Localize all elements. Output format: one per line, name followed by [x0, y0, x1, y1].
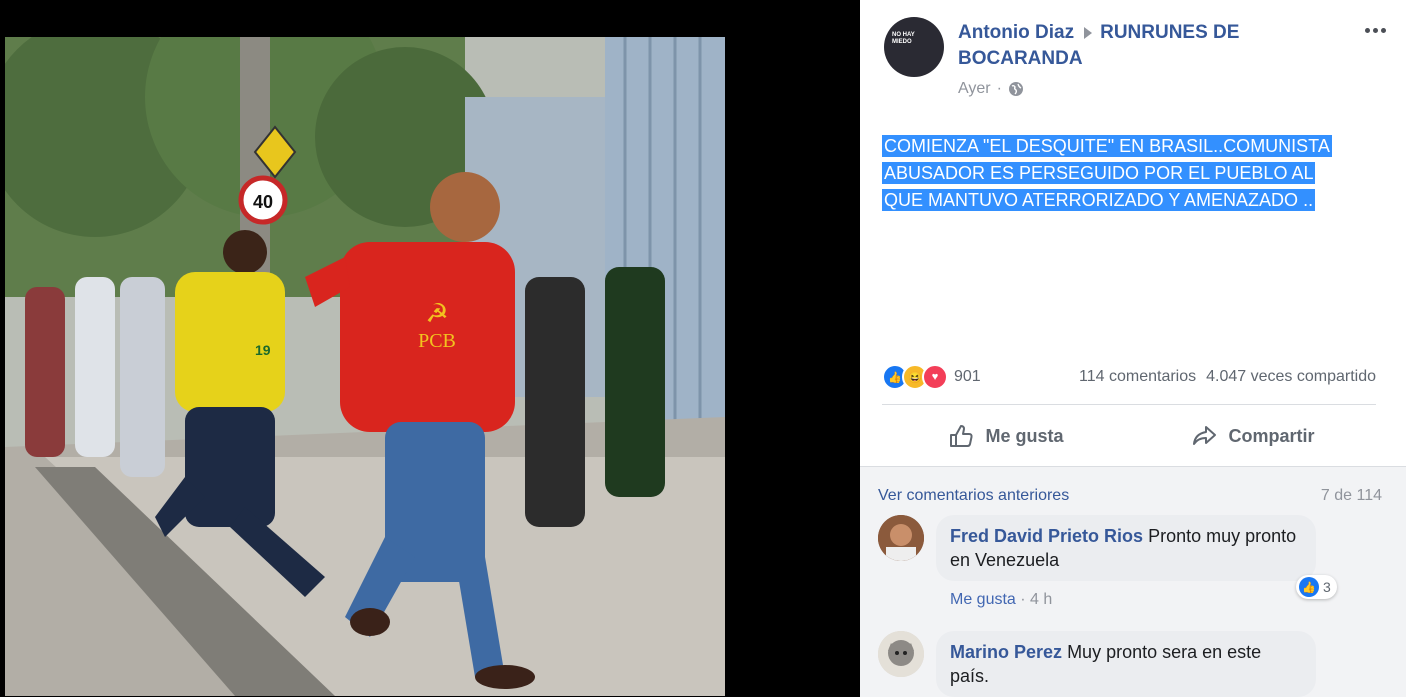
comment-bubble: Fred David Prieto Rios Pronto muy pronto… — [936, 515, 1316, 581]
author-avatar[interactable]: NO HAY MIEDO — [884, 17, 944, 77]
reaction-count[interactable]: 901 — [954, 368, 981, 386]
comment-count[interactable]: 114 comentarios — [1079, 368, 1196, 386]
post-time[interactable]: Ayer — [958, 80, 991, 98]
share-label: Compartir — [1228, 425, 1315, 446]
love-reaction-icon: ♥ — [922, 364, 948, 390]
author-name[interactable]: Antonio Diaz — [958, 22, 1074, 43]
post-header: Antonio Diaz RUNRUNES DE BOCARANDA — [958, 20, 1298, 72]
post-text: COMIENZA "EL DESQUITE" EN BRASIL..COMUNI… — [882, 133, 1342, 214]
comment-reaction-count: 3 — [1323, 579, 1331, 595]
comment-author[interactable]: Marino Perez — [950, 642, 1062, 662]
divider — [882, 404, 1376, 405]
comment-bubble: Marino Perez Muy pronto sera en este paí… — [936, 631, 1316, 697]
previous-comments-link[interactable]: Ver comentarios anteriores — [878, 487, 1069, 505]
jersey-number: 19 — [255, 342, 271, 358]
comment-reactions[interactable]: 👍 3 — [1296, 575, 1337, 599]
reaction-icons[interactable]: 👍 😆 ♥ — [882, 364, 948, 390]
shirt-text: PCB — [418, 330, 456, 352]
photo-stage: 40 19 PCB ☭ — [0, 0, 860, 696]
like-button[interactable]: Me gusta — [882, 410, 1129, 462]
avatar-text: NO HAY MIEDO — [892, 32, 915, 45]
like-reaction-icon: 👍 — [1299, 577, 1319, 597]
post-sidebar: NO HAY MIEDO Antonio Diaz RUNRUNES DE BOC… — [860, 0, 1406, 697]
comments-section: Ver comentarios anteriores 7 de 114 Fred… — [860, 466, 1406, 697]
arrow-right-icon — [1084, 26, 1093, 39]
svg-text:☭: ☭ — [425, 299, 448, 329]
comment-like-link[interactable]: Me gusta — [950, 591, 1016, 608]
share-button[interactable]: Compartir — [1129, 410, 1376, 462]
action-bar: Me gusta Compartir — [882, 410, 1376, 462]
post-meta: Ayer · — [958, 80, 1024, 98]
comments-count: 7 de 114 — [1320, 487, 1382, 504]
like-icon — [950, 425, 974, 447]
comment-avatar[interactable] — [878, 515, 924, 561]
post-text-content: COMIENZA "EL DESQUITE" EN BRASIL..COMUNI… — [882, 135, 1332, 211]
share-icon — [1193, 426, 1217, 445]
comment-avatar[interactable] — [878, 631, 924, 677]
like-label: Me gusta — [985, 425, 1064, 446]
globe-icon[interactable] — [1008, 81, 1024, 97]
comment-meta: Me gusta · 4 h — [950, 591, 1053, 608]
comment-author[interactable]: Fred David Prieto Rios — [950, 526, 1143, 546]
speed-sign-text: 40 — [253, 192, 273, 212]
comment-time[interactable]: 4 h — [1030, 591, 1052, 608]
post-stats: 👍 😆 ♥ 901 114 comentarios 4.047 veces co… — [882, 362, 1376, 392]
post-photo[interactable]: 40 19 PCB ☭ — [5, 37, 725, 696]
share-count[interactable]: 4.047 veces compartido — [1206, 368, 1376, 386]
more-icon[interactable] — [1365, 28, 1386, 33]
